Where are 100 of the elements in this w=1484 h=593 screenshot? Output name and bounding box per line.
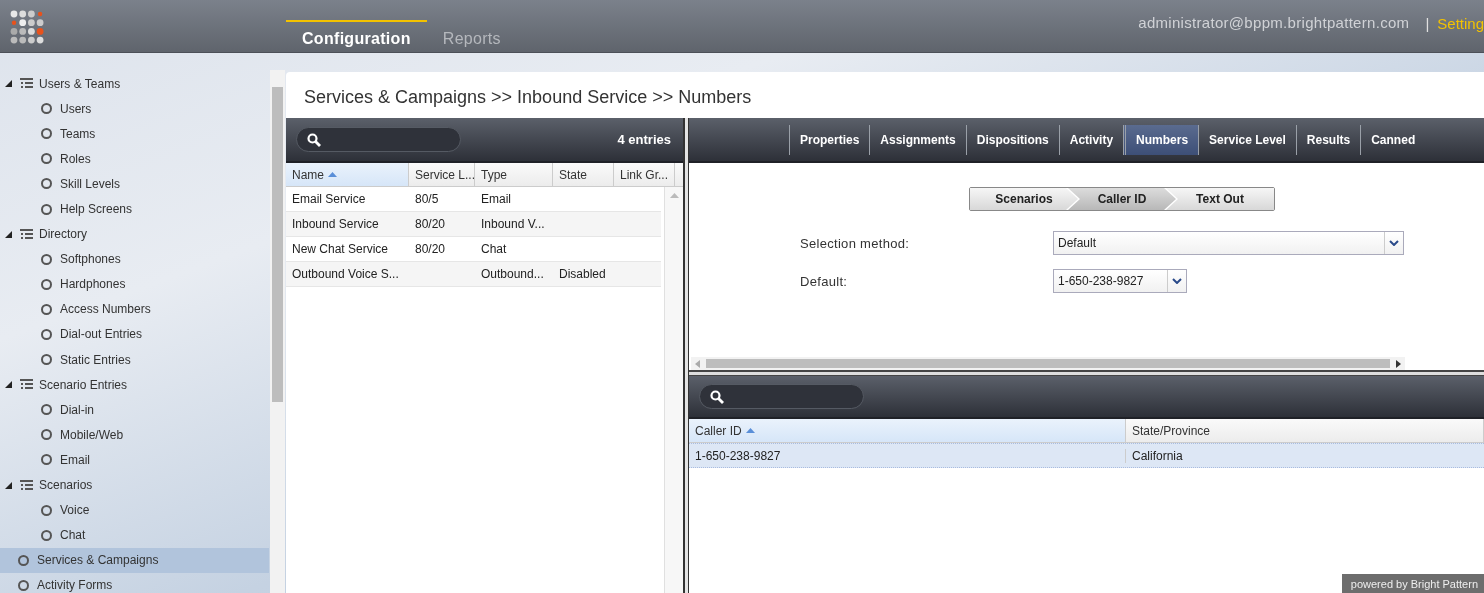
sidebar-item[interactable]: Users & Teams [0,71,269,97]
entries-count: 4 entries [617,132,671,147]
column-header[interactable]: Type [475,163,553,186]
ring-icon [41,178,52,190]
expanded-triangle-icon[interactable] [5,230,12,238]
ring-icon [18,554,29,566]
column-header[interactable]: Service L... [409,163,475,186]
table-cell-text: New Chat Service [291,242,390,256]
sidebar-item[interactable]: Mobile/Web [0,422,269,448]
sidebar-item[interactable]: Hardphones [0,271,269,297]
sidebar-item[interactable]: Access Numbers [0,296,269,322]
ring-icon [41,329,52,340]
scroll-up-icon[interactable] [669,193,679,198]
ring-icon [41,303,52,315]
scrollbar[interactable] [691,357,1405,370]
table-cell-text: Inbound Service [291,217,380,231]
table-row[interactable]: Inbound Service 80/20 Inbound V... [286,212,662,237]
sort-ascending-icon [328,172,337,177]
separator: | [1425,15,1430,34]
table-cell-text: California [1131,448,1184,463]
sidebar-item[interactable]: Email [0,447,269,473]
dropdown[interactable]: 1-650-238-9827 [1053,269,1187,293]
chevron-down-icon [1389,240,1399,246]
wizard-step[interactable]: Caller ID [1068,188,1176,210]
tab[interactable]: Results [1295,124,1361,155]
logo-icon [10,10,44,44]
chevron-down-icon [1172,278,1182,284]
table-cell: 1-650-238-9827 [689,448,1126,463]
tab[interactable]: Dispositions [965,124,1059,155]
column-header[interactable]: Name [286,163,409,186]
ring-icon [41,128,52,140]
list-icon [20,379,33,391]
ring-icon [41,504,52,516]
list-icon [20,228,33,240]
sidebar-item[interactable]: Softphones [0,246,269,272]
scrollbar[interactable] [270,70,285,593]
ring-icon [41,429,52,441]
nav-tab[interactable]: Configuration [286,20,427,52]
sidebar-item[interactable]: Scenario Entries [0,372,269,398]
table-row[interactable]: Outbound Voice S... Outbound... Disabled [286,262,662,287]
sidebar-item[interactable]: Voice [0,497,269,523]
tab[interactable]: Canned [1360,124,1426,155]
sidebar-item[interactable]: Scenarios [0,472,269,498]
sidebar-item[interactable]: Help Screens [0,196,269,222]
sidebar-item[interactable]: Dial-out Entries [0,321,269,348]
field-label: Selection method: [800,235,911,251]
ring-icon [41,278,52,290]
scroll-right-icon[interactable] [1396,359,1401,368]
powered-by-label: powered by Bright Pattern [1341,574,1484,593]
search-icon [307,132,321,147]
tab[interactable]: Numbers [1123,124,1199,155]
scrollbar[interactable] [664,187,683,593]
sidebar-item[interactable]: Activity Forms [0,572,269,593]
search-field[interactable] [699,384,864,409]
ring-icon [41,354,52,366]
column-header[interactable]: Link Gr... [614,163,675,186]
ring-icon [41,454,52,466]
sidebar-item[interactable]: Static Entries [0,347,269,373]
ring-icon [41,404,52,416]
table-cell-text: Email Service [291,192,367,206]
tab[interactable]: Service Level [1198,124,1296,155]
sidebar-item[interactable]: Teams [0,121,269,147]
column-header[interactable]: State/Province [1126,419,1484,442]
scroll-left-icon[interactable] [695,359,700,368]
table-row[interactable]: 1-650-238-9827 California [689,443,1484,468]
expanded-triangle-icon[interactable] [5,80,12,88]
sidebar-item[interactable]: Roles [0,146,269,172]
field-label: Default: [800,273,849,289]
sidebar-item[interactable]: Skill Levels [0,171,269,197]
table-cell-text: Outbound Voice S... [291,267,400,281]
search-field[interactable] [296,127,461,152]
ring-icon [41,253,52,265]
expanded-triangle-icon[interactable] [5,481,12,489]
column-header[interactable]: Caller ID [689,419,1126,442]
expanded-triangle-icon[interactable] [5,381,12,389]
ring-icon [41,103,52,115]
sort-ascending-icon [745,428,755,433]
sidebar-item[interactable]: Chat [0,522,269,548]
dropdown[interactable]: Default [1053,231,1404,255]
ring-icon [41,529,52,541]
tab[interactable]: Properties [789,124,870,155]
ring-icon [41,203,52,215]
ring-icon [41,153,52,165]
search-icon [710,389,724,404]
sidebar-item[interactable]: Dial-in [0,397,269,423]
wizard-step[interactable]: Text Out [1166,188,1274,210]
ring-icon [18,579,29,591]
table-cell-text: Chat [480,242,508,256]
sidebar-item[interactable]: Services & Campaigns [0,547,269,573]
column-header[interactable]: State [553,163,614,186]
breadcrumb-title: Services & Campaigns >> Inbound Service >> Numbers [303,86,753,109]
wizard-step[interactable]: Scenarios [970,188,1078,210]
table-cell-text: Inbound V... [480,217,546,231]
table-cell-text: Outbound... [480,267,545,281]
tab[interactable]: Assignments [869,124,966,155]
sidebar-item[interactable]: Users [0,96,269,122]
list-icon [20,78,33,90]
user-email: administrator@bppm.brightpattern.com [1138,14,1410,33]
table-cell-text: Disabled [558,267,607,281]
sidebar-item[interactable]: Directory [0,221,269,247]
